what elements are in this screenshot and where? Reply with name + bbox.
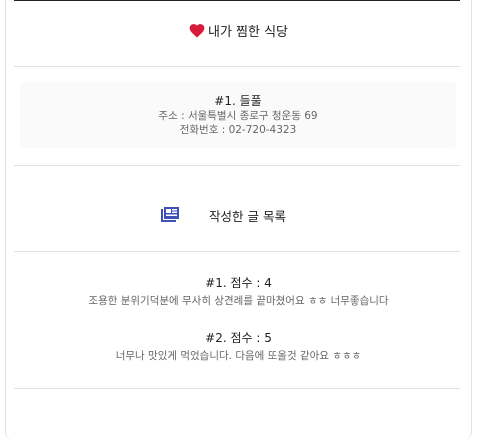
newspaper-icon bbox=[161, 207, 179, 223]
posts-header: 작성한 글 목록 bbox=[0, 203, 477, 227]
posts-title: 작성한 글 목록 bbox=[209, 209, 286, 224]
favorites-title: 내가 찜한 식당 bbox=[207, 24, 289, 40]
review-score: #1. 점수 : 4 bbox=[205, 276, 272, 290]
review-item[interactable]: #2. 점수 : 5 너무나 맛있게 먹었습니다. 다음에 또올것 같아요 ㅎㅎ… bbox=[0, 330, 477, 363]
restaurant-phone: 전화번호 : 02-720-4323 bbox=[179, 124, 297, 136]
heart-icon bbox=[189, 23, 205, 38]
divider bbox=[14, 251, 460, 252]
favorites-header: 내가 찜한 식당 bbox=[0, 18, 477, 42]
review-score: #2. 점수 : 5 bbox=[205, 331, 272, 345]
divider bbox=[14, 165, 460, 166]
top-rule bbox=[14, 0, 460, 1]
restaurant-address: 주소 : 서울특별시 종로구 청운동 69 bbox=[158, 110, 318, 122]
review-item[interactable]: #1. 점수 : 4 조용한 분위기덕분에 무사히 상견례를 끝마쳤어요 ㅎㅎ … bbox=[0, 275, 477, 308]
divider bbox=[14, 388, 460, 389]
restaurant-card[interactable]: #1. 들풀 주소 : 서울특별시 종로구 청운동 69 전화번호 : 02-7… bbox=[20, 82, 456, 148]
divider bbox=[14, 66, 460, 67]
review-text: 조용한 분위기덕분에 무사히 상견례를 끝마쳤어요 ㅎㅎ 너무좋습니다 bbox=[88, 295, 389, 307]
restaurant-name: #1. 들풀 bbox=[214, 94, 262, 108]
review-text: 너무나 맛있게 먹었습니다. 다음에 또올것 같아요 ㅎㅎㅎ bbox=[115, 350, 362, 362]
